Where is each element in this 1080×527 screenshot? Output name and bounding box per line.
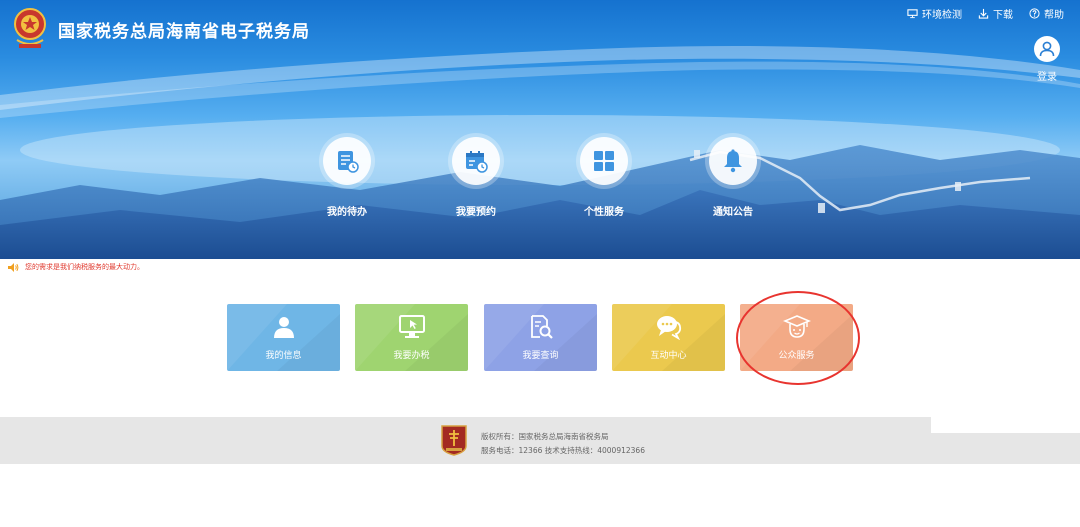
tile-interaction-center[interactable]: 互动中心 [612, 304, 725, 371]
calendar-clock-icon [466, 151, 488, 173]
document-search-icon [530, 315, 553, 339]
tile-query[interactable]: 我要查询 [484, 304, 597, 371]
chat-bubbles-icon [656, 316, 681, 340]
footer-contact: 服务电话：12366 技术支持热线：4000912366 [481, 446, 645, 455]
tile-tax-handling[interactable]: 我要办税 [355, 304, 468, 371]
env-check-label: 环境检测 [922, 10, 962, 21]
help-icon [1029, 8, 1040, 19]
footer-tax-emblem-icon [441, 425, 467, 456]
footer-info: 版权所有：国家税务总局海南省税务局 服务电话：12366 技术支持热线：4000… [481, 430, 645, 458]
quick-nav-todo-label: 我的待办 [327, 207, 367, 218]
quick-nav-appointment[interactable]: 我要预约 [431, 133, 521, 218]
monitor-icon [907, 9, 918, 19]
tile-public-service-label: 公众服务 [778, 351, 815, 361]
env-check-link[interactable]: 环境检测 [907, 6, 962, 21]
user-avatar-icon [1034, 36, 1060, 62]
todo-list-icon [338, 151, 359, 173]
download-label: 下载 [993, 10, 1013, 21]
quick-nav-todo[interactable]: 我的待办 [302, 133, 392, 218]
tile-query-label: 我要查询 [522, 351, 559, 361]
notice-bar: 您的需求是我们纳税服务的最大动力。 [8, 262, 144, 272]
tile-public-service[interactable]: 公众服务 [740, 304, 853, 371]
help-label: 帮助 [1044, 10, 1064, 21]
quick-nav-appointment-label: 我要预约 [456, 207, 496, 218]
quick-nav-personal-service-label: 个性服务 [584, 207, 624, 218]
tile-my-info[interactable]: 我的信息 [227, 304, 340, 371]
footer-notch [931, 417, 1080, 433]
quick-nav-personal-service[interactable]: 个性服务 [559, 133, 649, 218]
notice-text: 您的需求是我们纳税服务的最大动力。 [25, 263, 144, 271]
tile-tax-handling-label: 我要办税 [393, 351, 430, 361]
graduate-icon [782, 315, 811, 338]
site-title: 国家税务总局海南省电子税务局 [58, 22, 310, 42]
login-button[interactable]: 登录 [1032, 36, 1062, 83]
login-label: 登录 [1037, 72, 1057, 83]
tile-my-info-label: 我的信息 [265, 351, 302, 361]
help-link[interactable]: 帮助 [1029, 6, 1064, 21]
top-links: 环境检测 下载 帮助 [907, 6, 1064, 21]
computer-icon [398, 315, 425, 338]
hero-banner: 国家税务总局海南省电子税务局 环境检测 下载 帮助 登录 我的待办 我要预约 个… [0, 0, 1080, 259]
download-link[interactable]: 下载 [978, 6, 1013, 21]
tax-bureau-logo [14, 8, 46, 48]
user-icon [273, 317, 294, 338]
bell-icon [724, 149, 742, 173]
footer-copyright: 版权所有：国家税务总局海南省税务局 [481, 432, 609, 441]
download-icon [978, 8, 989, 19]
quick-nav-notice-label: 通知公告 [713, 207, 753, 218]
tile-interaction-center-label: 互动中心 [650, 351, 687, 361]
quick-nav-notice[interactable]: 通知公告 [688, 133, 778, 218]
speaker-icon [8, 262, 19, 272]
grid-icon [594, 151, 614, 171]
